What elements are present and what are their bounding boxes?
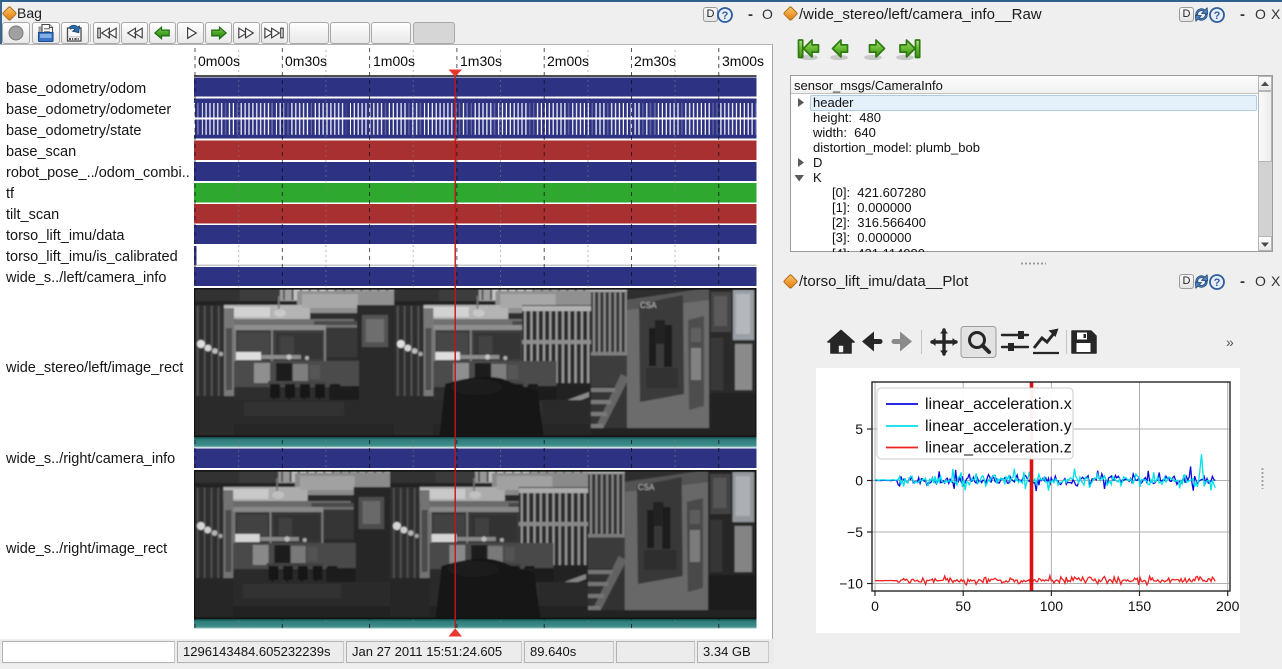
svg-text:linear_acceleration.x: linear_acceleration.x: [925, 396, 1072, 413]
svg-text:−5: −5: [847, 524, 863, 540]
svg-text:5: 5: [855, 421, 863, 437]
svg-text:?: ?: [1214, 277, 1221, 289]
svg-text:150: 150: [1128, 598, 1152, 614]
svg-text:0: 0: [871, 598, 879, 614]
svg-text:0: 0: [855, 473, 863, 489]
svg-text:?: ?: [1214, 10, 1221, 22]
svg-text:50: 50: [955, 598, 971, 614]
svg-text:linear_acceleration.z: linear_acceleration.z: [925, 440, 1072, 457]
svg-text:100: 100: [1040, 598, 1064, 614]
svg-text:−10: −10: [839, 576, 863, 592]
svg-text:CSA: CSA: [640, 301, 657, 310]
svg-text:linear_acceleration.y: linear_acceleration.y: [925, 418, 1072, 435]
svg-text:200: 200: [1216, 598, 1240, 614]
